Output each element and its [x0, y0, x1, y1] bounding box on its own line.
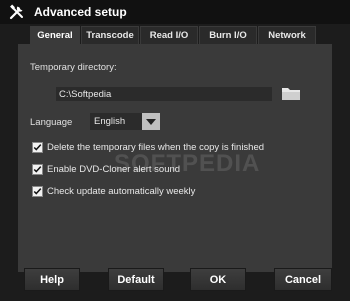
- general-panel: Temporary directory: Language English De…: [18, 44, 332, 272]
- tools-icon: [9, 4, 23, 20]
- temp-dir-label: Temporary directory:: [30, 62, 117, 73]
- ok-button[interactable]: OK: [190, 268, 246, 291]
- language-value: English: [94, 116, 126, 127]
- watermark: SOFTPEDIA: [114, 150, 261, 177]
- alert-sound-checkbox[interactable]: [32, 163, 43, 175]
- folder-icon[interactable]: [281, 85, 301, 101]
- language-label: Language: [30, 117, 73, 128]
- tab-transcode[interactable]: Transcode: [81, 26, 139, 44]
- tab-network[interactable]: Network: [258, 26, 316, 44]
- default-button[interactable]: Default: [108, 268, 164, 291]
- temp-dir-input[interactable]: [56, 87, 272, 101]
- check-update-label: Check update automatically weekly: [47, 185, 196, 197]
- check-update-option[interactable]: Check update automatically weekly: [32, 184, 195, 198]
- checkmark-icon: [33, 165, 42, 173]
- tab-general[interactable]: General: [30, 26, 80, 44]
- tab-read-io[interactable]: Read I/O: [140, 26, 198, 44]
- tab-burn-io[interactable]: Burn I/O: [199, 26, 257, 44]
- cancel-button[interactable]: Cancel: [274, 268, 332, 291]
- dialog-title: Advanced setup: [34, 5, 127, 19]
- title-bar: Advanced setup: [0, 0, 350, 24]
- chevron-down-icon[interactable]: [142, 113, 160, 130]
- delete-temp-files-checkbox[interactable]: [32, 141, 43, 153]
- checkmark-icon: [33, 187, 42, 195]
- advanced-setup-dialog: Advanced setup General Transcode Read I/…: [0, 0, 350, 301]
- help-button[interactable]: Help: [24, 268, 80, 291]
- tab-bar: General Transcode Read I/O Burn I/O Netw…: [30, 26, 317, 44]
- checkmark-icon: [33, 143, 42, 151]
- check-update-checkbox[interactable]: [32, 185, 43, 197]
